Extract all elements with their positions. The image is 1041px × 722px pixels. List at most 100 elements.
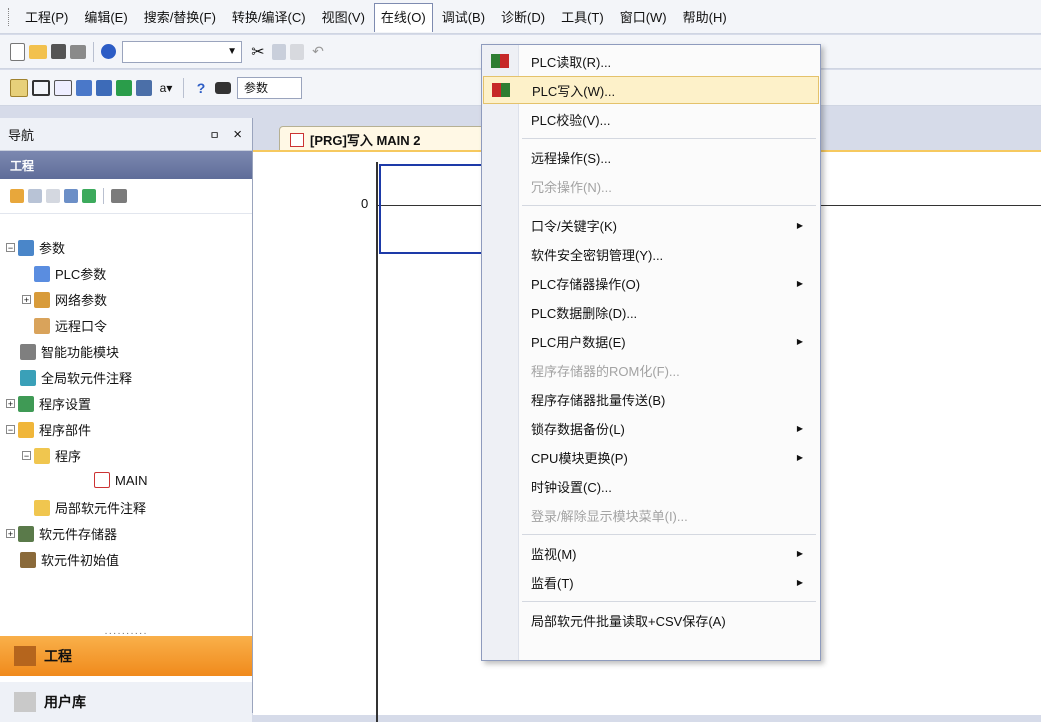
project-tools-icon[interactable] (111, 189, 127, 203)
program-parts-icon (18, 421, 34, 438)
editor-tab-main[interactable]: [PRG]写入 MAIN 2 (279, 126, 489, 152)
menu-plc-data-delete[interactable]: PLC数据删除(D)... (483, 298, 819, 326)
menu-online[interactable]: 在线(O) (373, 3, 433, 32)
menu-latch-data-backup[interactable]: 锁存数据备份(L) ▶ (483, 414, 819, 442)
paste-icon[interactable] (46, 189, 60, 203)
menu-cpu-module-replace[interactable]: CPU模块更换(P) ▶ (483, 443, 819, 471)
tree-label: 参数 (39, 241, 66, 256)
module-icon[interactable] (32, 79, 50, 96)
tree-item-network-parameters[interactable]: + 网络参数 (22, 290, 107, 309)
nav-user-library-button[interactable]: 用户库 (0, 682, 252, 722)
menu-plc-user-data[interactable]: PLC用户数据(E) ▶ (483, 327, 819, 355)
paste-icon[interactable] (290, 43, 304, 60)
tree-label: 软元件初始值 (41, 553, 120, 568)
tree-item-plc-parameters[interactable]: PLC参数 (34, 264, 106, 283)
properties-icon[interactable] (64, 189, 78, 203)
tree-label: 程序 (55, 449, 82, 464)
help-icon[interactable]: ? (191, 78, 211, 98)
refresh-icon[interactable] (82, 189, 96, 203)
print-icon[interactable] (70, 44, 86, 59)
tree-item-program[interactable]: − 程序 (22, 446, 81, 465)
nav-header: 导航 ㅁ × (0, 118, 252, 151)
close-icon[interactable]: × (233, 126, 242, 143)
tree-item-parameters[interactable]: − 参数 (6, 238, 65, 257)
menu-plc-memory-operation[interactable]: PLC存储器操作(O) ▶ (483, 269, 819, 297)
menu-diagnostics[interactable]: 诊断(D) (494, 3, 552, 30)
tree-item-local-comment[interactable]: 局部软元件注释 (34, 498, 146, 517)
menu-help[interactable]: 帮助(H) (676, 3, 734, 30)
program-file-icon (290, 132, 304, 147)
menu-program-memory-batch[interactable]: 程序存储器批量传送(B) (483, 385, 819, 413)
device-monitor-icon[interactable] (116, 79, 132, 96)
pin-icon[interactable]: ㅁ (209, 130, 219, 142)
new-file-icon[interactable] (10, 42, 25, 61)
menu-watch[interactable]: 监看(T) ▶ (483, 568, 819, 596)
submenu-arrow-icon: ▶ (796, 220, 803, 230)
tree-item-program-settings[interactable]: + 程序设置 (6, 394, 91, 413)
menu-clock-setting[interactable]: 时钟设置(C)... (483, 472, 819, 500)
new-data-icon[interactable] (10, 189, 24, 203)
tree-item-main[interactable]: MAIN (94, 472, 148, 488)
menu-plc-read[interactable]: PLC读取(R)... (483, 47, 819, 75)
submenu-arrow-icon: ▶ (796, 452, 803, 462)
menu-rom-program-memory: 程序存储器的ROM化(F)... (531, 363, 680, 379)
expand-icon[interactable]: + (6, 399, 15, 409)
tree-label: 智能功能模块 (41, 345, 120, 360)
tree-item-device-memory[interactable]: + 软元件存储器 (6, 524, 117, 543)
tree-item-global-comment[interactable]: 全局软元件注释 (20, 368, 132, 387)
collapse-icon[interactable]: − (22, 451, 31, 461)
global-comment-icon (20, 369, 36, 386)
device-batch-icon[interactable] (96, 79, 112, 96)
cut-icon[interactable]: ✂ (248, 42, 268, 62)
tree-item-device-initial[interactable]: 软元件初始值 (20, 550, 119, 569)
tree-label: PLC参数 (55, 267, 107, 282)
undo-icon[interactable]: ↶ (308, 42, 328, 62)
collapse-icon[interactable]: − (6, 243, 15, 253)
menu-convert-compile[interactable]: 转换/编译(C) (225, 3, 313, 30)
list-icon[interactable] (54, 79, 72, 96)
tree-label: 程序部件 (39, 423, 92, 438)
menu-security-key[interactable]: 软件安全密钥管理(Y)... (483, 240, 819, 268)
tree-item-intelligent-module[interactable]: 智能功能模块 (20, 342, 119, 361)
collapse-icon[interactable]: − (6, 425, 15, 435)
help-icon[interactable] (101, 44, 116, 59)
expand-icon[interactable]: + (22, 295, 31, 305)
menu-password-keyword[interactable]: 口令/关键字(K) ▶ (483, 211, 819, 239)
network-icon (34, 291, 50, 308)
user-library-icon (14, 692, 36, 712)
submenu-arrow-icon: ▶ (796, 577, 803, 587)
menu-debug[interactable]: 调试(B) (435, 3, 492, 30)
search-device-icon[interactable]: a▾ (156, 78, 176, 98)
menu-plc-verify[interactable]: PLC校验(V)... (483, 105, 819, 133)
tree-item-remote-password[interactable]: 远程口令 (34, 316, 107, 335)
save-icon[interactable] (51, 44, 66, 59)
parameter-combo[interactable]: 参数 (237, 76, 302, 99)
toolbar-combo[interactable]: ▼ (122, 40, 242, 63)
tree-label: MAIN (115, 472, 148, 488)
binoculars-icon[interactable] (215, 81, 231, 94)
menu-search-replace[interactable]: 搜索/替换(F) (137, 3, 223, 30)
menu-plc-write[interactable]: PLC写入(W)... (483, 76, 819, 104)
nav-title: 导航 (8, 127, 35, 143)
nav-project-button[interactable]: 工程 (0, 636, 252, 676)
device-watch-icon[interactable] (136, 79, 152, 96)
menu-monitor[interactable]: 监视(M) ▶ (483, 539, 819, 567)
tree-item-program-parts[interactable]: − 程序部件 (6, 420, 91, 439)
project-icon (14, 646, 36, 666)
menu-project[interactable]: 工程(P) (18, 3, 75, 30)
copy-icon[interactable] (28, 189, 42, 203)
menu-local-device-csv[interactable]: 局部软元件批量读取+CSV保存(A) (483, 606, 819, 634)
ladder-cursor[interactable] (379, 164, 483, 254)
menu-edit[interactable]: 编辑(E) (77, 3, 134, 30)
menu-tools[interactable]: 工具(T) (554, 3, 611, 30)
expand-icon[interactable]: + (6, 529, 15, 539)
left-power-rail (376, 162, 378, 722)
copy-icon[interactable] (272, 43, 286, 60)
ladder-icon[interactable] (10, 78, 28, 97)
menu-remote-operation[interactable]: 远程操作(S)... (483, 143, 819, 171)
menu-view[interactable]: 视图(V) (315, 3, 372, 30)
open-folder-icon[interactable] (29, 44, 47, 59)
device-icon[interactable] (76, 79, 92, 96)
menu-window[interactable]: 窗口(W) (613, 3, 674, 30)
menubar-grip (8, 7, 12, 26)
